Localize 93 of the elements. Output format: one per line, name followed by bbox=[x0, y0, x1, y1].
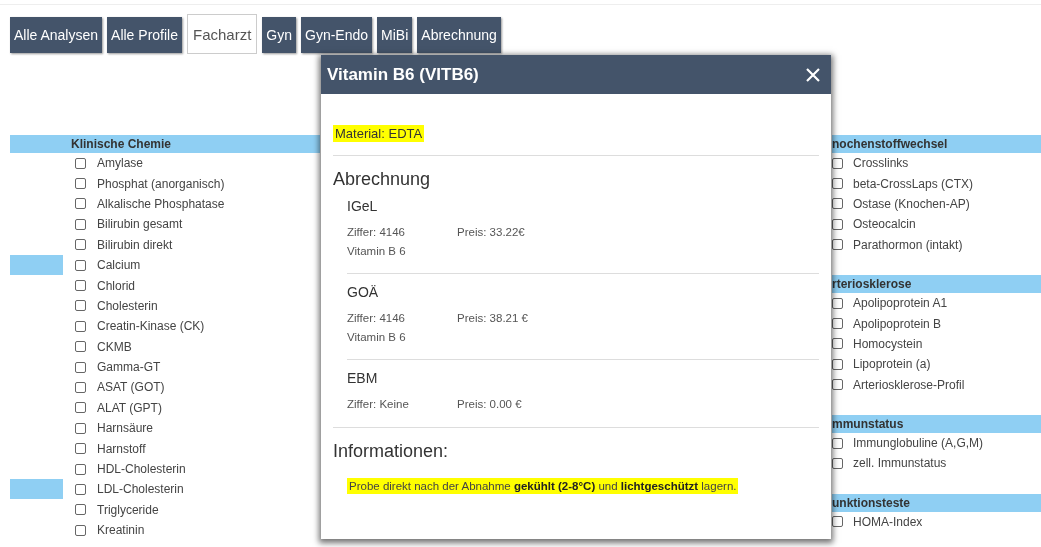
checkbox-label: ALAT (GPT) bbox=[97, 400, 162, 415]
checkbox-label: Amylase bbox=[97, 156, 143, 171]
checkbox[interactable] bbox=[75, 504, 86, 516]
checkbox[interactable] bbox=[832, 297, 843, 309]
section-header: nochenstoffwechsel bbox=[832, 135, 1041, 153]
checkbox[interactable] bbox=[75, 239, 86, 251]
checkbox-label: Parathormon (intakt) bbox=[853, 237, 963, 252]
price-text: Preis: 33.22€ bbox=[457, 225, 525, 240]
tab[interactable]: Facharzt bbox=[187, 14, 258, 54]
checkbox-label: Homocystein bbox=[853, 336, 923, 351]
checkbox[interactable] bbox=[832, 437, 843, 449]
checkbox-label: beta-CrossLaps (CTX) bbox=[853, 176, 974, 191]
billing-type: GOÄ bbox=[347, 284, 380, 300]
price-text: Preis: 38.21 € bbox=[457, 311, 528, 326]
checkbox-label: Ostase (Knochen-AP) bbox=[853, 196, 970, 211]
checkbox[interactable] bbox=[75, 157, 86, 169]
billing-type: IGeL bbox=[347, 198, 379, 214]
code-text: Ziffer: 4146 bbox=[347, 225, 406, 240]
checkbox[interactable] bbox=[75, 320, 86, 332]
tab[interactable]: Gyn-Endo bbox=[301, 17, 373, 53]
checkbox-label: Calcium bbox=[97, 258, 141, 273]
checkbox-label: Harnsäure bbox=[97, 421, 154, 436]
tab[interactable]: MiBi bbox=[377, 17, 413, 53]
section-heading: Abrechnung bbox=[333, 169, 432, 190]
checkbox-label: ASAT (GOT) bbox=[97, 380, 165, 395]
checkbox[interactable] bbox=[832, 218, 843, 230]
material-text: Material: EDTA bbox=[333, 125, 425, 142]
checkbox-label: Creatin-Kinase (CK) bbox=[97, 319, 205, 334]
checkbox-label: Osteocalcin bbox=[853, 217, 916, 232]
checkbox-label: Apolipoprotein B bbox=[853, 316, 942, 331]
checkbox-label: Immunglobuline (A,G,M) bbox=[853, 436, 984, 451]
description-text: Vitamin B 6 bbox=[347, 330, 406, 345]
checkbox-label: Kreatinin bbox=[97, 523, 145, 538]
billing-type: EBM bbox=[347, 370, 379, 386]
checkbox[interactable] bbox=[832, 239, 843, 251]
checkbox[interactable] bbox=[75, 178, 86, 190]
checkbox[interactable] bbox=[832, 379, 843, 391]
checkbox[interactable] bbox=[832, 198, 843, 210]
checkbox-label: HDL-Cholesterin bbox=[97, 462, 186, 477]
checkbox-label: Bilirubin gesamt bbox=[97, 217, 183, 232]
checkbox-label: Cholesterin bbox=[97, 298, 158, 313]
checkbox[interactable] bbox=[75, 361, 86, 373]
checkbox-label: Lipoprotein (a) bbox=[853, 357, 931, 372]
checkbox-label: Harnstoff bbox=[97, 441, 146, 456]
dialog-title: Vitamin B6 (VITB6) bbox=[327, 64, 479, 85]
checkbox[interactable] bbox=[75, 443, 86, 455]
checkbox[interactable] bbox=[832, 157, 843, 169]
checkbox[interactable] bbox=[75, 382, 86, 393]
checkbox[interactable] bbox=[832, 358, 843, 370]
checkbox[interactable] bbox=[75, 218, 86, 230]
checkbox-label: zell. Immunstatus bbox=[853, 456, 947, 471]
checkbox[interactable] bbox=[75, 300, 86, 312]
checkbox-label: CKMB bbox=[97, 339, 132, 354]
info-text: Probe direkt nach der Abnahme gekühlt (2-8°C) und lichtgeschützt lagern. bbox=[347, 478, 739, 494]
checkbox[interactable] bbox=[75, 483, 86, 495]
checkbox[interactable] bbox=[75, 402, 86, 414]
section-header: unktionsteste bbox=[832, 493, 1041, 512]
close-icon[interactable] bbox=[805, 66, 821, 83]
checkbox[interactable] bbox=[832, 516, 843, 528]
tab[interactable]: Abrechnung bbox=[417, 17, 501, 53]
code-text: Ziffer: 4146 bbox=[347, 311, 406, 326]
section-heading: Informationen: bbox=[333, 441, 450, 462]
checkbox[interactable] bbox=[832, 178, 843, 190]
code-text: Ziffer: Keine bbox=[347, 397, 410, 412]
checkbox[interactable] bbox=[75, 422, 86, 434]
tab[interactable]: Alle Profile bbox=[107, 17, 182, 53]
checkbox-label: HOMA-Index bbox=[853, 514, 923, 529]
section-header: Klinische Chemie bbox=[10, 135, 320, 153]
checkbox[interactable] bbox=[75, 341, 86, 353]
checkbox[interactable] bbox=[75, 524, 86, 536]
checkbox[interactable] bbox=[75, 463, 86, 475]
tab[interactable]: Alle Analysen bbox=[10, 17, 103, 53]
checkbox-label: Triglyceride bbox=[97, 502, 159, 517]
checkbox[interactable] bbox=[832, 318, 843, 330]
price-text: Preis: 0.00 € bbox=[457, 397, 522, 412]
checkbox-label: Phosphat (anorganisch) bbox=[97, 176, 225, 191]
section-header: mmunstatus bbox=[832, 414, 1041, 433]
checkbox[interactable] bbox=[75, 259, 86, 271]
checkbox[interactable] bbox=[75, 198, 86, 210]
checkbox-label: Apolipoprotein A1 bbox=[853, 296, 948, 311]
checkbox-label: Alkalische Phosphatase bbox=[97, 196, 225, 211]
description-text: Vitamin B 6 bbox=[347, 244, 406, 259]
checkbox[interactable] bbox=[75, 280, 86, 292]
checkbox-label: Crosslinks bbox=[853, 156, 909, 171]
checkbox[interactable] bbox=[832, 338, 843, 350]
checkbox-label: LDL-Cholesterin bbox=[97, 482, 184, 497]
checkbox-label: Gamma-GT bbox=[97, 360, 161, 375]
tab[interactable]: Gyn bbox=[262, 17, 297, 53]
section-header: rteriosklerose bbox=[832, 274, 1041, 293]
checkbox-label: Arteriosklerose-Profil bbox=[853, 377, 965, 392]
checkbox-label: Bilirubin direkt bbox=[97, 237, 173, 252]
checkbox[interactable] bbox=[832, 458, 843, 469]
checkbox-label: Chlorid bbox=[97, 278, 135, 293]
